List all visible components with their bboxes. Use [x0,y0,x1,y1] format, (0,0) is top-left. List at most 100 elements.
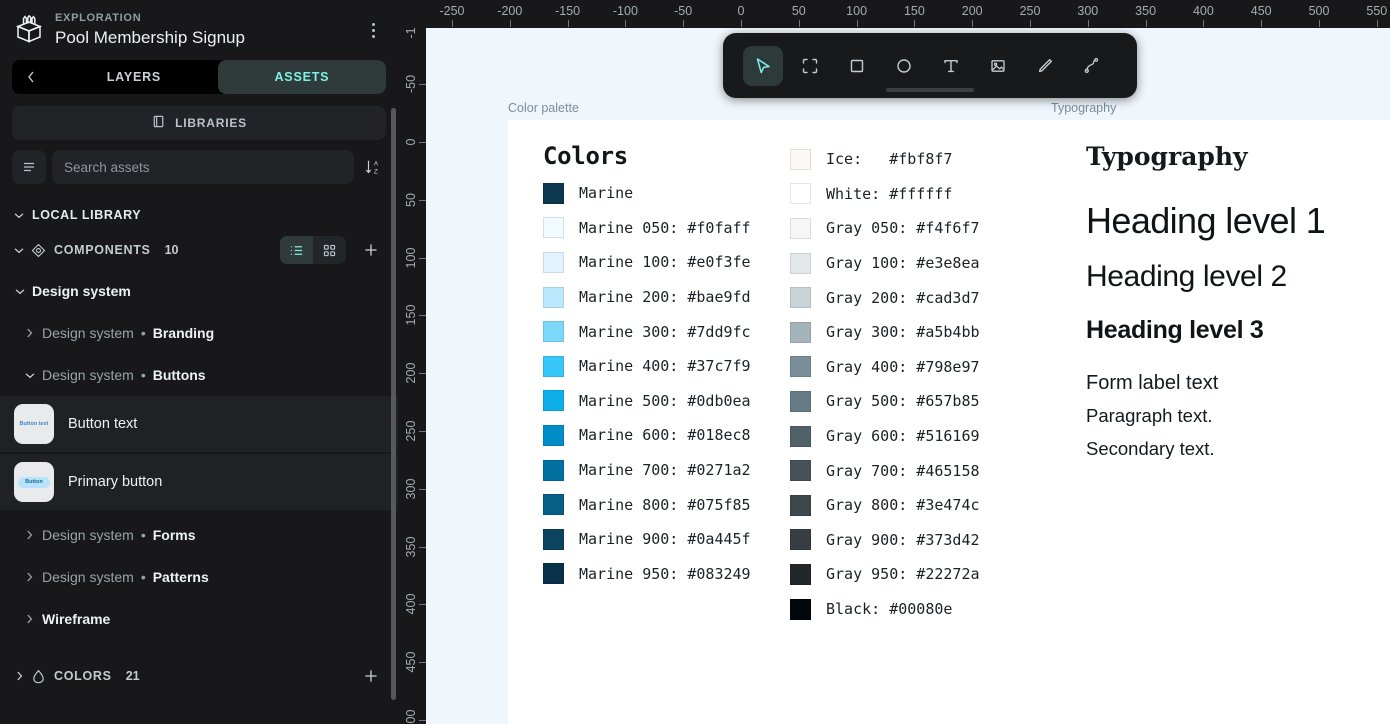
color-swatch[interactable] [543,528,564,550]
swatch-row[interactable]: Gray 300: #a5b4bb [790,315,980,350]
chevron-right-icon[interactable] [14,671,24,681]
swatch-row[interactable]: Ice: #fbf8f7 [790,142,980,177]
swatch-row[interactable]: Marine 950: #083249 [543,557,751,592]
color-swatch[interactable] [543,251,564,273]
board-color-palette[interactable]: Colors Marine Marine 050: #f0faff Marine 1… [508,120,1051,724]
chevron-right-icon [24,614,35,624]
pencil-tool[interactable] [1025,46,1065,86]
swatch-row[interactable]: Marine 050: #f0faff [543,211,751,246]
local-library-header[interactable]: LOCAL LIBRARY [0,200,398,230]
color-swatch[interactable] [790,494,811,516]
toolbar-drag-handle[interactable] [886,88,974,92]
color-swatch[interactable] [790,460,811,482]
sidebar-scrollbar[interactable] [391,108,396,700]
color-swatch[interactable] [790,563,811,585]
color-swatch[interactable] [790,287,811,309]
color-swatch[interactable] [543,182,564,204]
swatch-row[interactable]: Marine 200: #bae9fd [543,280,751,315]
search-input[interactable] [64,159,342,175]
swatch-row[interactable]: Marine 600: #018ec8 [543,418,751,453]
penpot-workspace: EXPLORATION Pool Membership Signup LAYER… [0,0,1390,724]
text-tool[interactable] [931,46,971,86]
tree-group-design-system[interactable]: Design system [0,270,398,312]
color-swatch[interactable] [790,598,811,620]
kebab-menu-icon[interactable] [362,16,384,44]
color-swatch[interactable] [790,390,811,412]
add-color-button[interactable] [358,662,384,690]
libraries-button[interactable]: LIBRARIES [12,106,386,140]
swatch-row[interactable]: Marine [543,176,751,211]
sort-az-icon[interactable]: A Z [360,150,386,184]
swatch-label: Marine 050: #f0faff [579,218,751,237]
swatch-row[interactable]: Gray 600: #516169 [790,419,980,454]
swatch-row[interactable]: Marine 100: #e0f3fe [543,245,751,280]
color-swatch[interactable] [543,390,564,412]
color-swatch[interactable] [543,321,564,343]
swatch-row[interactable]: Gray 800: #3e474c [790,488,980,523]
swatch-row[interactable]: Black: #00080e [790,592,980,627]
path-tool[interactable] [1072,46,1112,86]
color-swatch[interactable] [790,183,811,205]
horizontal-ruler[interactable]: -250 -200 -150 -100 -50 0 50 100 150 200 250 300 350… [398,0,1390,28]
swatch-row[interactable]: Gray 100: #e3e8ea [790,246,980,281]
tab-layers[interactable]: LAYERS [50,60,218,94]
chevron-down-icon[interactable] [14,247,24,254]
color-swatch[interactable] [543,286,564,308]
color-swatch[interactable] [543,355,564,377]
colors-section-header: COLORS 21 [0,656,398,696]
swatch-row[interactable]: Gray 700: #465158 [790,453,980,488]
color-swatch[interactable] [543,563,564,585]
board-typography[interactable]: Typography Heading level 1 Heading level… [1051,120,1390,724]
color-swatch[interactable] [543,217,564,239]
color-swatch[interactable] [543,494,564,516]
color-swatch[interactable] [543,459,564,481]
filter-lines-icon[interactable] [12,150,46,184]
tab-assets[interactable]: ASSETS [217,60,386,94]
board-label-color-palette[interactable]: Color palette [508,101,579,115]
swatch-row[interactable]: Gray 400: #798e97 [790,350,980,385]
swatch-row[interactable]: Marine 800: #075f85 [543,487,751,522]
image-tool[interactable] [978,46,1018,86]
board-label-typography[interactable]: Typography [1051,101,1116,115]
swatch-row[interactable]: White: #ffffff [790,177,980,212]
component-item-button-text[interactable]: Button text Button text [0,396,398,452]
swatch-row[interactable]: Gray 900: #373d42 [790,523,980,558]
color-swatch[interactable] [790,356,811,378]
component-item-primary-button[interactable]: Button Primary button [0,454,398,510]
chevron-left-icon[interactable] [12,60,50,94]
swatch-row[interactable]: Marine 900: #0a445f [543,522,751,557]
tree-group-buttons[interactable]: Design system • Buttons [0,354,398,396]
color-swatch[interactable] [790,321,811,343]
swatch-row[interactable]: Marine 500: #0db0ea [543,384,751,419]
board-tool[interactable] [790,46,830,86]
swatch-row[interactable]: Marine 700: #0271a2 [543,453,751,488]
assets-sidebar: EXPLORATION Pool Membership Signup LAYER… [0,0,398,724]
design-viewport[interactable]: Color palette Colors Marine Marine 050: #… [426,28,1390,724]
tree-group-wireframe[interactable]: Wireframe [0,598,398,640]
swatch-row[interactable]: Marine 400: #37c7f9 [543,349,751,384]
swatch-row[interactable]: Gray 950: #22272a [790,557,980,592]
color-swatch[interactable] [543,424,564,446]
color-swatch[interactable] [790,217,811,239]
tree-group-forms[interactable]: Design system • Forms [0,514,398,556]
move-tool[interactable] [743,45,783,86]
list-view-icon[interactable] [280,236,313,264]
add-component-button[interactable] [358,236,384,264]
search-input-wrap[interactable] [52,150,354,184]
grid-view-icon[interactable] [313,236,346,264]
color-swatch[interactable] [790,529,811,551]
tree-group-patterns[interactable]: Design system • Patterns [0,556,398,598]
color-swatch[interactable] [790,148,811,170]
swatch-label: Gray 200: #cad3d7 [826,288,980,307]
color-swatch[interactable] [790,425,811,447]
color-swatch[interactable] [790,252,811,274]
ellipse-tool[interactable] [884,46,924,86]
tree-group-branding[interactable]: Design system • Branding [0,312,398,354]
swatch-row[interactable]: Marine 300: #7dd9fc [543,314,751,349]
vertical-ruler[interactable]: -100-50050100150200250300350400450500 [398,28,426,724]
rectangle-tool[interactable] [837,46,877,86]
assets-search-row: A Z [12,150,386,184]
swatch-row[interactable]: Gray 050: #f4f6f7 [790,211,980,246]
swatch-row[interactable]: Gray 200: #cad3d7 [790,280,980,315]
swatch-row[interactable]: Gray 500: #657b85 [790,384,980,419]
